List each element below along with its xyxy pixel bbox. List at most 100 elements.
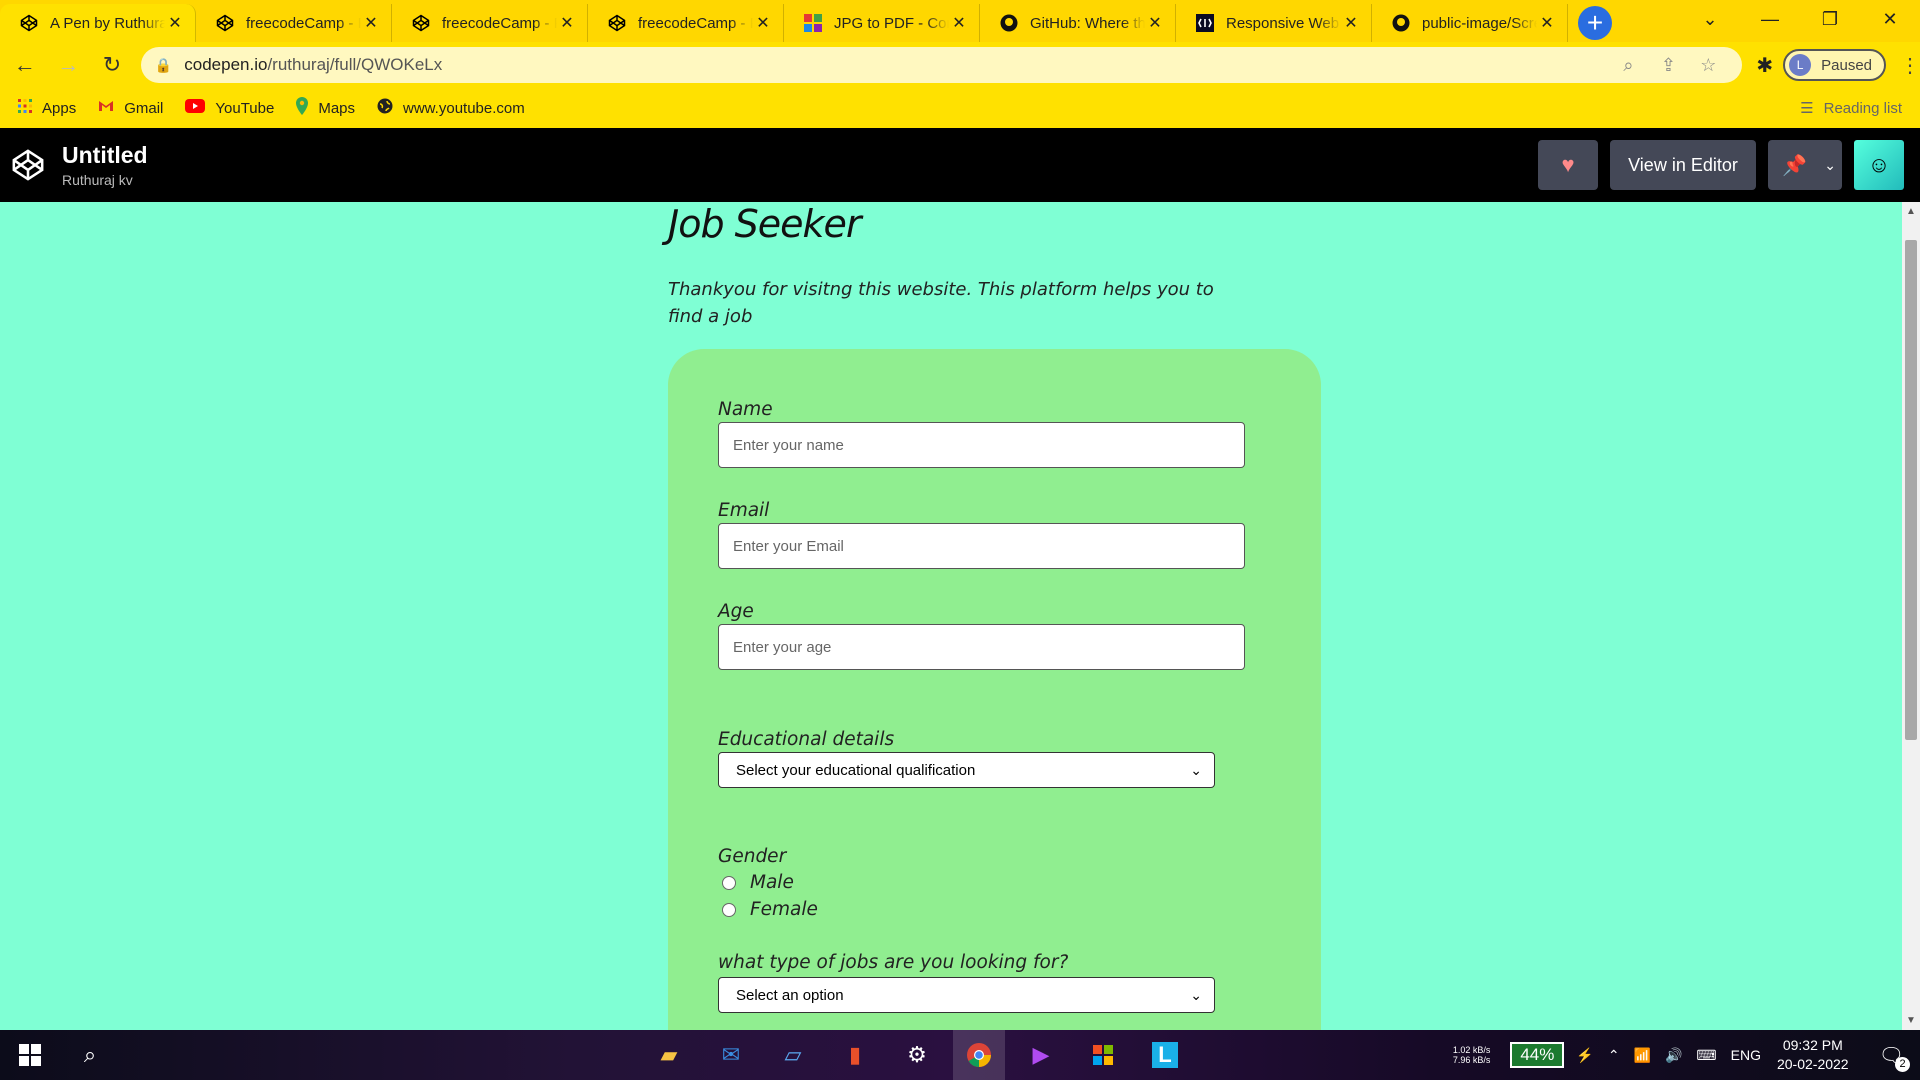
tab-title: freecodeCamp - Pen xyxy=(442,14,557,32)
minimize-icon[interactable]: — xyxy=(1740,0,1800,38)
close-tab-icon[interactable]: ✕ xyxy=(1341,13,1361,33)
tab-3[interactable]: freecodeCamp - Pen ✕ xyxy=(588,4,784,42)
media-player-icon[interactable]: ▶ xyxy=(1015,1030,1067,1080)
name-input[interactable]: Enter your name xyxy=(718,422,1245,468)
profile-button[interactable]: L Paused xyxy=(1783,49,1887,81)
radio-circle[interactable] xyxy=(722,875,736,890)
tab-7[interactable]: public-image/Screenshot ✕ xyxy=(1372,4,1568,42)
reading-list[interactable]: ☰ Reading list xyxy=(1800,88,1902,128)
tab-6[interactable]: Responsive Web Design ✕ xyxy=(1176,4,1372,42)
education-select[interactable]: Select your educational qualification ⌄ xyxy=(718,752,1215,788)
tab-5[interactable]: GitHub: Where the world ✕ xyxy=(980,4,1176,42)
github-icon xyxy=(1000,14,1018,32)
email-input[interactable]: Enter your Email xyxy=(718,523,1245,569)
chrome-icon[interactable] xyxy=(953,1030,1005,1080)
scroll-up-icon[interactable]: ▲ xyxy=(1902,206,1920,217)
scroll-down-icon[interactable]: ▼ xyxy=(1902,1015,1920,1026)
education-selected: Select your educational qualification xyxy=(736,761,976,779)
address-bar[interactable]: 🔒 codepen.io/ruthuraj/full/QWOKeLx ⌕ ⇪ ☆ xyxy=(140,47,1743,83)
reading-list-label: Reading list xyxy=(1823,99,1902,117)
tab-0[interactable]: A Pen by Ruthuraj kv ✕ xyxy=(0,4,196,42)
tab-title: freecodeCamp - Pen xyxy=(246,14,361,32)
gender-label: Gender xyxy=(718,846,787,867)
close-tab-icon[interactable]: ✕ xyxy=(753,13,773,33)
tab-1[interactable]: freecodeCamp - Pen ✕ xyxy=(196,4,392,42)
zoom-icon[interactable]: ⌕ xyxy=(1608,55,1648,76)
gender-male-radio[interactable]: Male xyxy=(722,872,794,893)
age-label: Age xyxy=(718,601,754,622)
close-tab-icon[interactable]: ✕ xyxy=(949,13,969,33)
windows-start-icon[interactable] xyxy=(4,1030,56,1080)
maps-icon xyxy=(296,96,309,120)
settings-gear-icon[interactable]: ⚙ xyxy=(891,1030,943,1080)
restore-icon[interactable]: ❐ xyxy=(1800,0,1860,38)
back-icon[interactable]: ← xyxy=(6,46,44,84)
keyboard-icon[interactable]: ⌨ xyxy=(1696,1047,1716,1064)
mail-icon[interactable]: ✉ xyxy=(705,1030,757,1080)
user-avatar[interactable]: ☺ xyxy=(1854,140,1904,190)
close-tab-icon[interactable]: ✕ xyxy=(1537,13,1557,33)
new-tab-button[interactable]: + xyxy=(1578,6,1612,40)
close-tab-icon[interactable]: ✕ xyxy=(1145,13,1165,33)
scrollbar-thumb[interactable] xyxy=(1905,240,1917,740)
codepen-icon xyxy=(216,14,234,32)
tab-search-icon[interactable]: ⌄ xyxy=(1680,0,1740,38)
bookmark-label: Apps xyxy=(42,99,77,117)
tab-4[interactable]: JPG to PDF - Convert ✕ xyxy=(784,4,980,42)
desktop-app-icon[interactable]: ▱ xyxy=(767,1030,819,1080)
search-icon[interactable]: ⌕ xyxy=(64,1030,116,1080)
close-tab-icon[interactable]: ✕ xyxy=(165,13,185,33)
bookmark-gmail[interactable]: Gmail xyxy=(98,99,163,117)
bookmark-star-icon[interactable]: ☆ xyxy=(1688,55,1728,76)
office-icon[interactable]: ▮ xyxy=(829,1030,881,1080)
tab-title: JPG to PDF - Convert xyxy=(834,14,949,32)
language-indicator[interactable]: ENG xyxy=(1731,1047,1761,1063)
bookmark-label: Maps xyxy=(318,99,356,117)
clock[interactable]: 09:32 PM 20-02-2022 xyxy=(1777,1036,1849,1074)
age-input[interactable]: Enter your age xyxy=(718,624,1245,670)
bookmark-apps[interactable]: Apps xyxy=(18,98,77,118)
tab-title: A Pen by Ruthuraj kv xyxy=(50,14,165,32)
bookmark-youtube-site[interactable]: www.youtube.com xyxy=(377,98,525,119)
forward-icon[interactable]: → xyxy=(50,46,88,84)
tab-2[interactable]: freecodeCamp - Pen ✕ xyxy=(392,4,588,42)
page-scrollbar[interactable]: ▲ ▼ xyxy=(1902,202,1920,1030)
power-plug-icon: ⚡ xyxy=(1576,1046,1594,1063)
lock-icon[interactable]: 🔒 xyxy=(155,57,172,74)
volume-icon[interactable]: 🔊 xyxy=(1665,1047,1682,1064)
file-explorer-icon[interactable]: ▰ xyxy=(643,1030,695,1080)
pen-title: Untitled xyxy=(62,142,148,168)
codepen-icon xyxy=(608,14,626,32)
wifi-icon[interactable]: 📶 xyxy=(1634,1047,1651,1064)
jobs-select[interactable]: Select an option ⌄ xyxy=(718,977,1215,1013)
launcher-l-icon[interactable]: L xyxy=(1139,1030,1191,1080)
extensions-icon[interactable]: ✱ xyxy=(1756,53,1773,78)
battery-indicator[interactable]: 44% xyxy=(1510,1042,1565,1068)
bookmark-maps[interactable]: Maps xyxy=(296,96,356,120)
radio-circle[interactable] xyxy=(722,902,736,917)
share-icon[interactable]: ⇪ xyxy=(1648,55,1688,76)
url-text[interactable]: codepen.io/ruthuraj/full/QWOKeLx xyxy=(184,55,1608,75)
reload-icon[interactable]: ↻ xyxy=(93,46,131,84)
pen-author[interactable]: Ruthuraj kv xyxy=(62,172,148,188)
bookmark-label: YouTube xyxy=(215,99,275,117)
close-tab-icon[interactable]: ✕ xyxy=(361,13,381,33)
love-button[interactable]: ♥ xyxy=(1538,140,1598,190)
chevron-up-icon[interactable]: ⌃ xyxy=(1608,1047,1620,1064)
microsoft-store-icon[interactable] xyxy=(1077,1030,1129,1080)
view-in-editor-button[interactable]: View in Editor xyxy=(1610,140,1756,190)
tab-title: GitHub: Where the world xyxy=(1030,14,1145,32)
close-tab-icon[interactable]: ✕ xyxy=(557,13,577,33)
notification-icon[interactable]: 🗨 2 xyxy=(1879,1043,1910,1072)
menu-kebab-icon[interactable]: ⋮ xyxy=(1900,53,1920,78)
profile-status: Paused xyxy=(1821,56,1873,74)
gender-female-radio[interactable]: Female xyxy=(722,899,818,920)
chevron-down-icon[interactable]: ⌄ xyxy=(1824,157,1836,174)
pin-button[interactable]: 📌 ⌄ xyxy=(1768,140,1842,190)
codepen-logo-icon[interactable] xyxy=(10,147,46,183)
codepen-icon xyxy=(20,14,38,32)
github-icon xyxy=(1392,14,1410,32)
close-window-icon[interactable]: ✕ xyxy=(1860,0,1920,38)
chevron-down-icon: ⌄ xyxy=(1190,761,1202,778)
bookmark-youtube[interactable]: YouTube xyxy=(185,98,275,118)
